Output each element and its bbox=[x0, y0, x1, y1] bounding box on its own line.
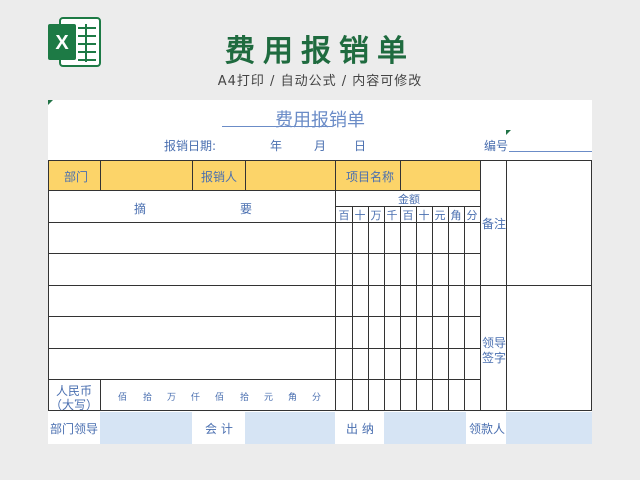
project-label: 项目名称 bbox=[346, 170, 395, 184]
uppercase-unit: 仟 bbox=[191, 393, 201, 403]
uppercase-unit: 佰 bbox=[215, 393, 225, 403]
header-row-fill bbox=[48, 160, 480, 190]
amount-label: 金额 bbox=[398, 193, 420, 206]
cashier-label: 出 纳 bbox=[346, 422, 374, 436]
summary-label-right: 要 bbox=[240, 202, 253, 216]
reporter-label: 报销人 bbox=[201, 170, 238, 184]
summary-label-left: 摘 bbox=[134, 202, 147, 216]
uppercase-unit: 万 bbox=[167, 393, 177, 403]
uppercase-unit: 拾 bbox=[143, 393, 153, 403]
rmb-label-2: （大写） bbox=[50, 398, 99, 412]
amount-col-header: 元 bbox=[434, 209, 446, 222]
amount-col-header: 十 bbox=[354, 209, 366, 222]
footer-fill-1 bbox=[100, 412, 192, 444]
footer-fill-3 bbox=[384, 412, 466, 444]
page-title: 费用报销单 bbox=[225, 34, 415, 69]
amount-col-header: 百 bbox=[402, 209, 414, 222]
uppercase-unit: 角 bbox=[288, 393, 298, 403]
page-header: X 费用报销单 A4打印 / 自动公式 / 内容可修改 bbox=[0, 0, 640, 100]
amount-col-header: 千 bbox=[386, 209, 398, 222]
expense-form-sheet: 费用报销单 报销日期: 年 月 日 编号 部门 报销人 项目名称 摘 要 金额 … bbox=[48, 100, 592, 444]
receiver-label: 领款人 bbox=[469, 422, 506, 436]
uppercase-unit: 佰 bbox=[118, 393, 128, 403]
leader-sign-label-2: 签字 bbox=[482, 351, 507, 365]
page-subtitle: A4打印 / 自动公式 / 内容可修改 bbox=[217, 74, 423, 89]
amount-col-header: 十 bbox=[418, 209, 430, 222]
footer-fill-2 bbox=[245, 412, 335, 444]
dept-leader-label: 部门领导 bbox=[50, 422, 99, 436]
remarks-label: 备注 bbox=[482, 217, 507, 231]
footer-fill-4 bbox=[506, 412, 592, 444]
dept-label: 部门 bbox=[64, 170, 89, 184]
amount-col-header: 角 bbox=[450, 209, 462, 222]
accountant-label: 会 计 bbox=[205, 422, 233, 436]
amount-col-header: 分 bbox=[466, 209, 478, 222]
uppercase-unit: 元 bbox=[264, 393, 274, 403]
uppercase-unit: 分 bbox=[312, 393, 322, 403]
uppercase-unit: 拾 bbox=[240, 393, 250, 403]
amount-col-header: 百 bbox=[338, 209, 350, 222]
amount-col-header: 万 bbox=[370, 209, 382, 222]
